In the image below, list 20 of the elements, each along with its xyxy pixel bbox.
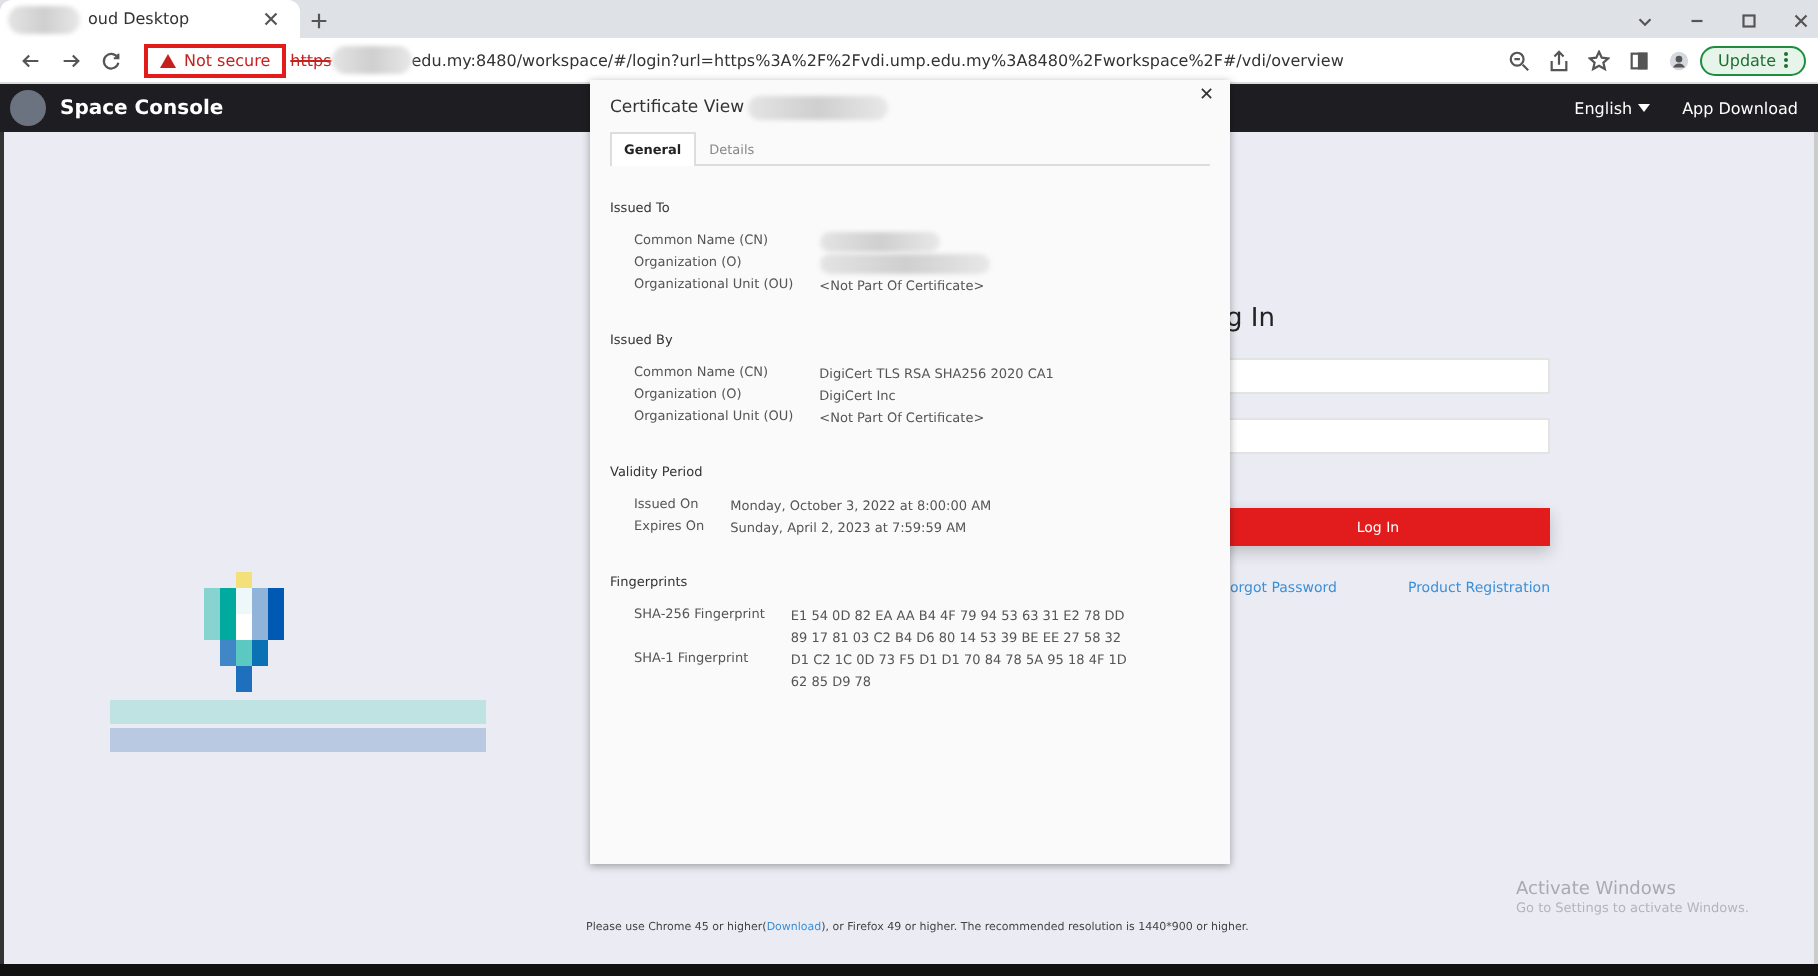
app-download-link[interactable]: App Download (1682, 99, 1798, 117)
redaction-mark (331, 46, 412, 74)
language-menu[interactable]: English (1574, 99, 1651, 117)
browser-tab[interactable]: oud Desktop (0, 0, 300, 38)
security-chip[interactable]: Not secure (144, 43, 287, 77)
warning-icon (160, 53, 176, 67)
close-button[interactable]: ✕ (1194, 86, 1218, 106)
tab-title: oud Desktop (88, 10, 192, 28)
redaction-mark (748, 96, 889, 120)
security-label: Not secure (184, 51, 271, 69)
url-scheme: https (290, 51, 332, 69)
activation-title: Activate Windows (1516, 880, 1678, 900)
logo-icon (8, 88, 48, 128)
url-text: edu.my:8480/workspace/#/login?url=https%3A%2F%2Fvdi.ump.edu.my%3A8480%2Fworkspace%2F#/vdi/overview (411, 51, 1344, 69)
update-button[interactable]: Update (1700, 45, 1806, 75)
redaction-mark (819, 232, 940, 252)
app-title: Space Console (60, 97, 224, 119)
redaction-mark (8, 5, 80, 33)
caret-icon (1638, 104, 1651, 112)
dialog-title: Certificate View (610, 98, 745, 118)
